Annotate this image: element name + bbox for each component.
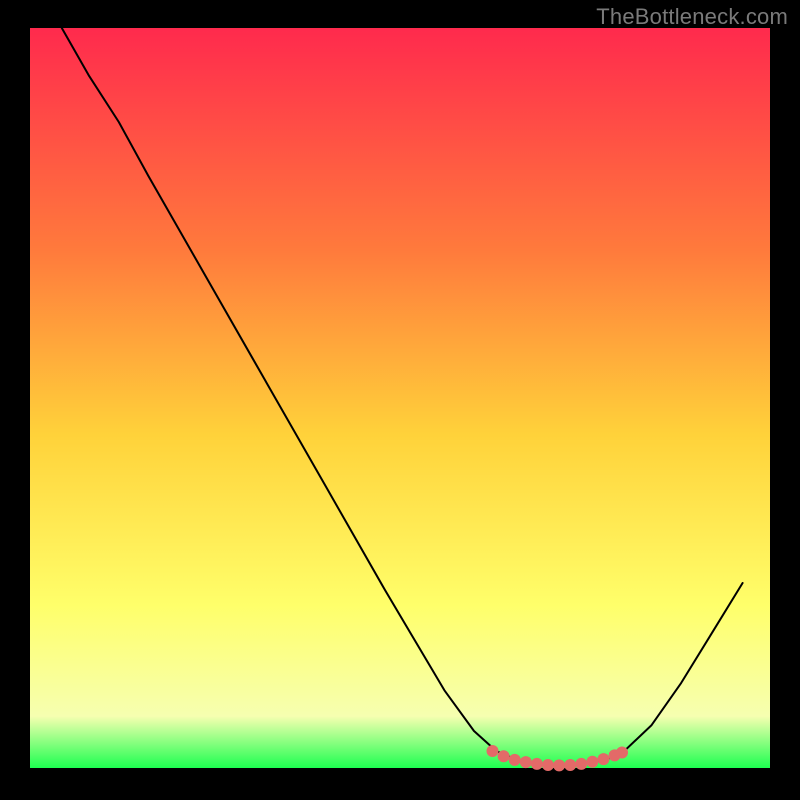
minimum-marker	[553, 759, 565, 771]
gradient-background	[30, 28, 770, 768]
minimum-marker	[575, 758, 587, 770]
minimum-marker	[531, 758, 543, 770]
minimum-marker	[487, 745, 499, 757]
watermark: TheBottleneck.com	[596, 4, 788, 30]
minimum-marker	[520, 756, 532, 768]
bottleneck-chart	[0, 0, 800, 800]
minimum-marker	[586, 756, 598, 768]
minimum-marker	[598, 753, 610, 765]
minimum-marker	[509, 754, 521, 766]
minimum-marker	[498, 750, 510, 762]
minimum-marker	[616, 747, 628, 759]
minimum-marker	[564, 759, 576, 771]
chart-container: TheBottleneck.com	[0, 0, 800, 800]
minimum-marker	[542, 759, 554, 771]
